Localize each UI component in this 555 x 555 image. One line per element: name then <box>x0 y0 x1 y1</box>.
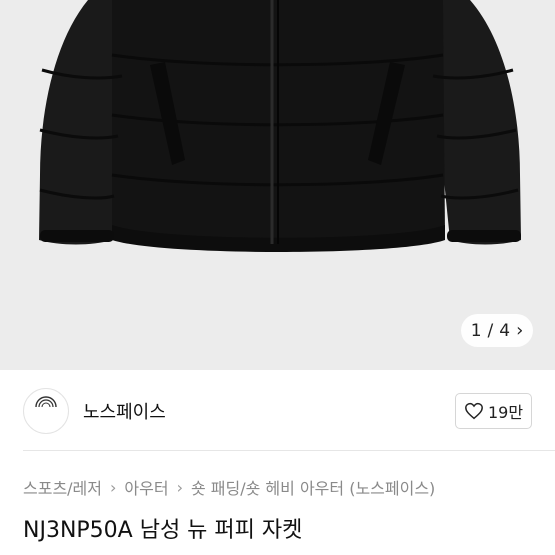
shop-name[interactable]: 노스페이스 <box>83 398 166 424</box>
breadcrumb-separator: › <box>110 477 117 497</box>
heart-outline-icon <box>465 402 483 420</box>
breadcrumb-item-outer[interactable]: 아우터 <box>124 475 168 499</box>
image-counter[interactable]: 1 / 4 › <box>461 314 533 347</box>
north-face-logo-icon <box>35 396 57 417</box>
shop-logo[interactable] <box>23 388 69 434</box>
counter-total: 4 <box>499 320 511 341</box>
breadcrumb-item-short-padding[interactable]: 숏 패딩/숏 헤비 아우터 (노스페이스) <box>191 475 435 499</box>
like-count: 19만 <box>487 403 524 422</box>
counter-separator: / <box>487 320 494 341</box>
breadcrumb-separator: › <box>176 477 183 497</box>
counter-current: 1 <box>470 320 482 341</box>
like-button[interactable]: 19만 <box>455 393 532 429</box>
product-image[interactable]: 1 / 4 › <box>0 0 555 370</box>
breadcrumb-item-sports[interactable]: 스포츠/레저 <box>23 475 102 499</box>
breadcrumb: 스포츠/레저 › 아우터 › 숏 패딩/숏 헤비 아우터 (노스페이스) <box>23 475 435 499</box>
product-title: NJ3NP50A 남성 뉴 퍼피 자켓 <box>23 518 303 543</box>
divider <box>23 450 555 451</box>
chevron-right-icon[interactable]: › <box>516 321 523 340</box>
